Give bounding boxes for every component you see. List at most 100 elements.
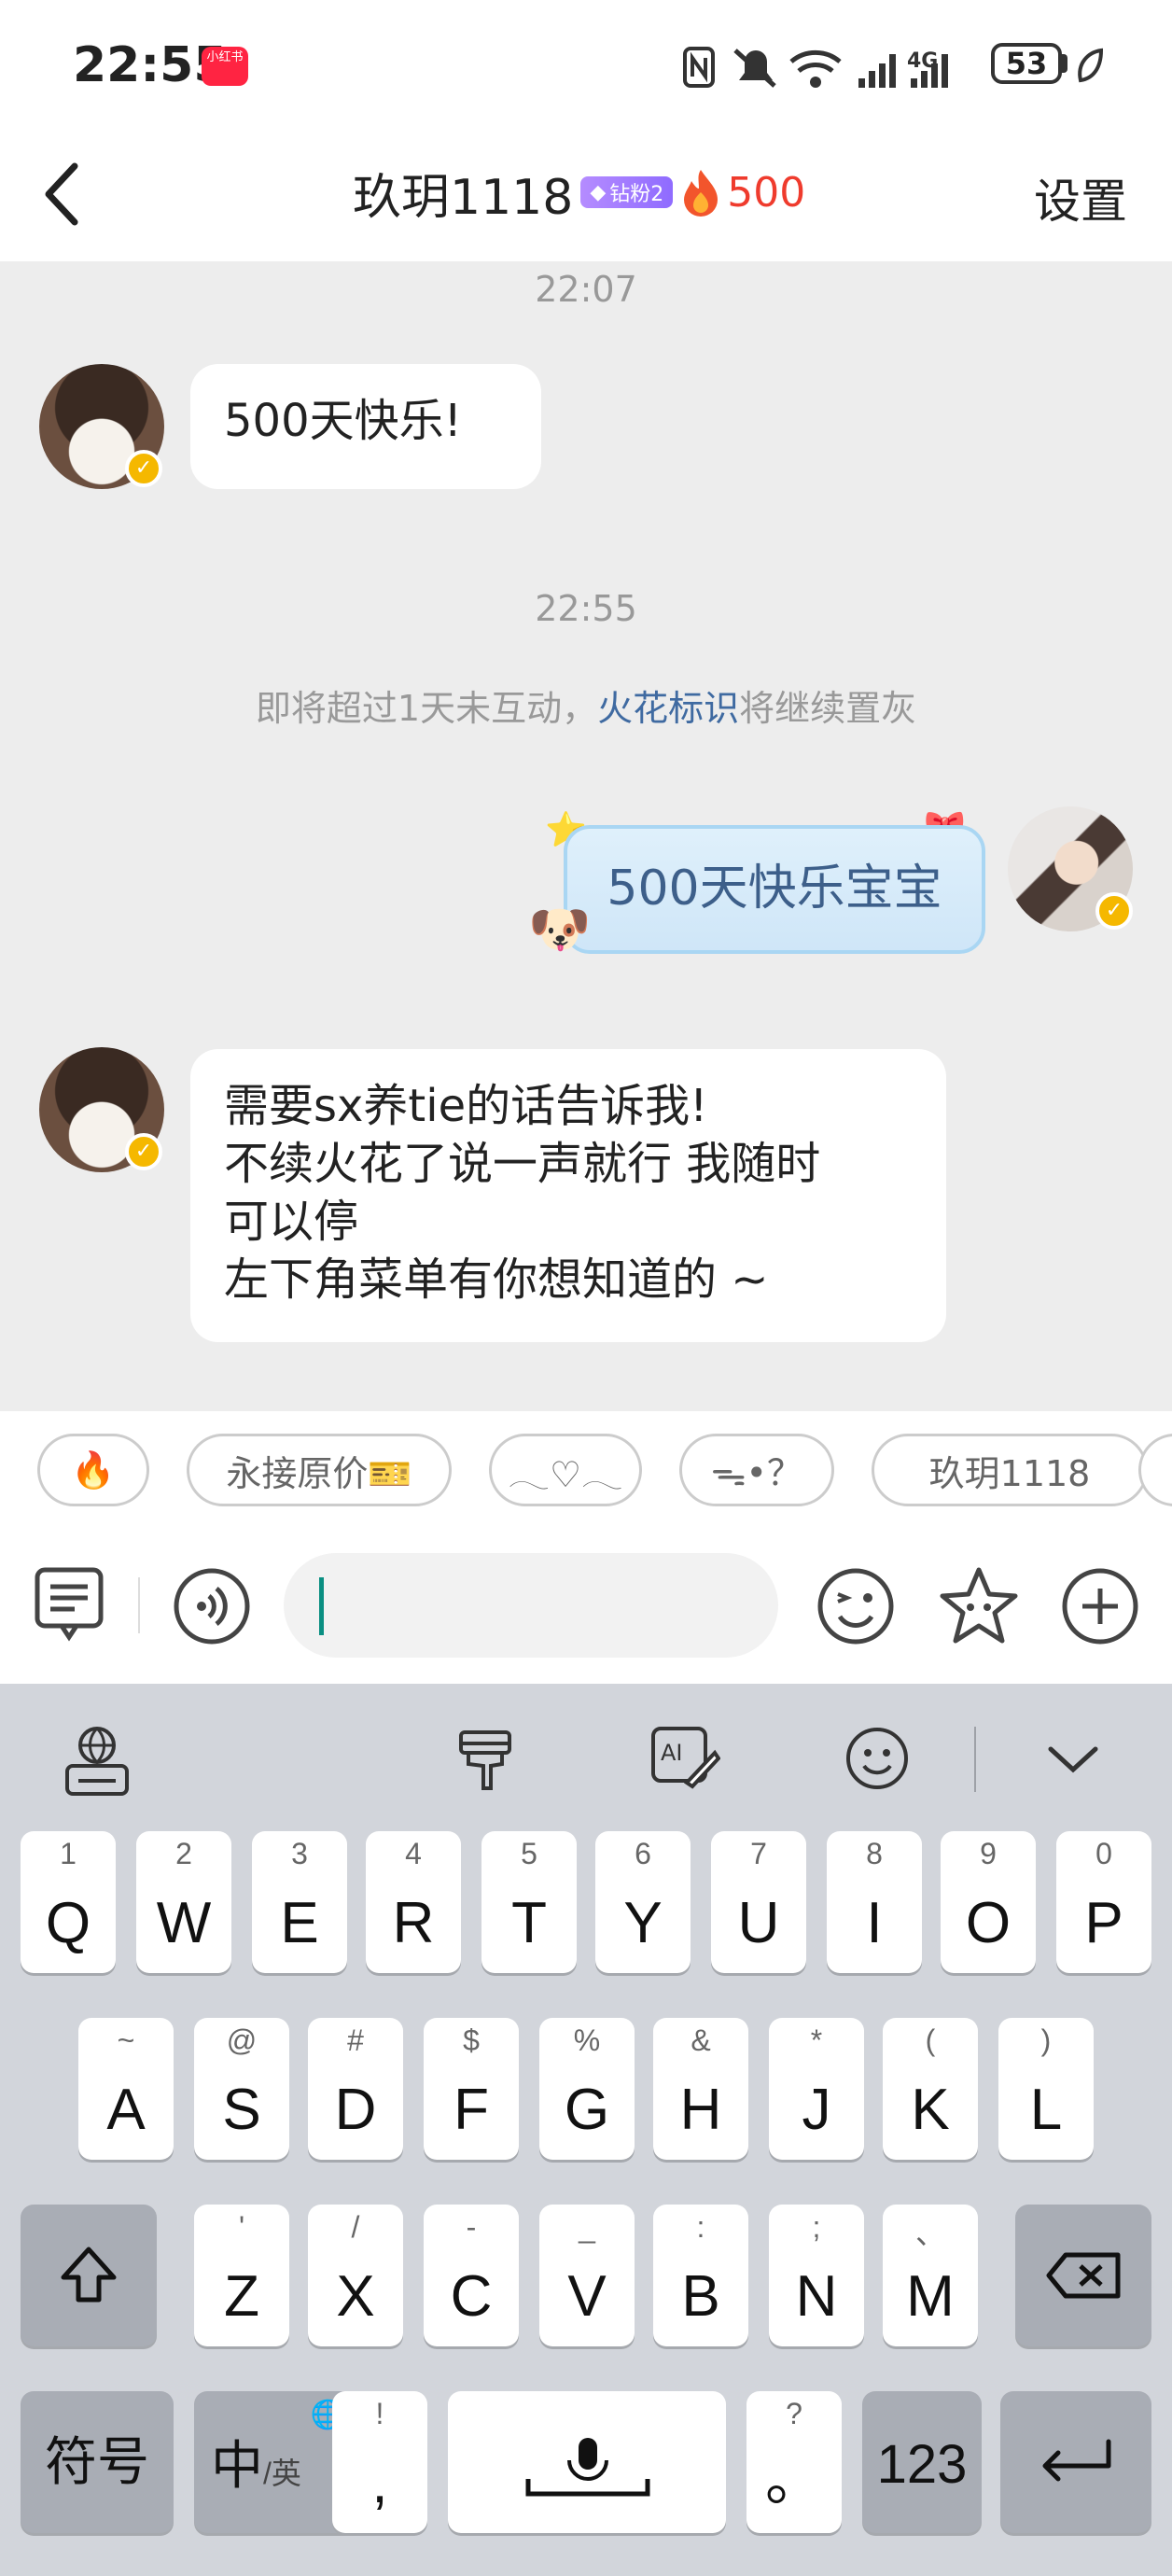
quick-reply-chip[interactable]: 永接原价🎫 — [187, 1434, 452, 1506]
message-bubble-incoming[interactable]: 500天快乐! — [190, 364, 541, 489]
message-bubble-outgoing[interactable]: 500天快乐宝宝 — [564, 825, 985, 954]
key-v[interactable]: _ V — [539, 2205, 635, 2346]
key-z[interactable]: ' Z — [194, 2205, 289, 2346]
toolbar-divider — [974, 1727, 976, 1792]
shift-icon — [61, 2247, 117, 2303]
key-w[interactable]: 2W — [136, 1831, 231, 1973]
key-sub: ( — [925, 2023, 936, 2057]
key-label: A — [106, 2078, 146, 2142]
key-x[interactable]: / X — [308, 2205, 403, 2346]
chevron-down-icon[interactable] — [1045, 1742, 1101, 1775]
backspace-key[interactable] — [1015, 2205, 1151, 2346]
key-sub: # — [347, 2023, 364, 2057]
key-c[interactable]: -C — [424, 2205, 519, 2346]
key-r[interactable]: 4R — [366, 1831, 461, 1973]
key-q[interactable]: 1Q — [21, 1831, 116, 1973]
key-label: J — [802, 2078, 831, 2142]
message-input[interactable] — [284, 1553, 778, 1658]
globe-keyboard-icon[interactable] — [62, 1723, 133, 1798]
verified-badge-icon: ✓ — [125, 1133, 162, 1170]
paint-brush-icon[interactable] — [455, 1727, 515, 1792]
key-s[interactable]: @ S — [194, 2018, 289, 2160]
key-t[interactable]: 5T — [481, 1831, 577, 1973]
back-button[interactable] — [35, 157, 91, 231]
timestamp: 22:55 — [535, 588, 637, 629]
notice-text: 即将超过1天未互动， — [255, 688, 598, 729]
ai-write-icon[interactable]: AI — [649, 1725, 720, 1792]
key-label: K — [911, 2078, 950, 2142]
signal-icon — [858, 54, 896, 88]
key-label: D — [334, 2078, 377, 2142]
key-l[interactable]: ) L — [998, 2018, 1094, 2160]
verified-badge-icon: ✓ — [125, 450, 162, 487]
flame-count-value: 500 — [727, 168, 806, 217]
key-y[interactable]: 6Y — [595, 1831, 691, 1973]
key-label: Q — [45, 1891, 91, 1955]
key-o[interactable]: 9O — [941, 1831, 1036, 1973]
key-u[interactable]: 7U — [711, 1831, 806, 1973]
title-group[interactable]: 玖玥1118 ◆ 钻粉2 500 — [353, 155, 805, 230]
settings-link[interactable]: 设置 — [1034, 164, 1127, 231]
key-sub: 2 — [175, 1837, 192, 1870]
key-k[interactable]: (K — [883, 2018, 978, 2160]
quick-reply-chip[interactable]: 𓂃♡𓂃 — [489, 1434, 642, 1506]
nfc-icon — [683, 47, 715, 88]
period-key[interactable]: ?。 — [746, 2391, 842, 2533]
key-j[interactable]: * J — [769, 2018, 864, 2160]
system-notice: 即将超过1天未互动，火花标识将继续置灰 — [0, 679, 1172, 731]
key-sub: - — [466, 2210, 477, 2244]
key-label: E — [280, 1891, 319, 1955]
lang-sub: /英 — [263, 2457, 301, 2490]
quick-reply-chip[interactable]: ᯓ•？ — [679, 1434, 834, 1506]
key-sub: 7 — [750, 1837, 767, 1870]
key-e[interactable]: 3E — [252, 1831, 347, 1973]
divider — [138, 1577, 140, 1633]
menu-icon[interactable] — [34, 1566, 106, 1645]
enter-key[interactable] — [1000, 2391, 1151, 2533]
flame-icon — [684, 170, 719, 217]
message-line: 可以停 — [224, 1196, 359, 1248]
add-icon[interactable] — [1060, 1566, 1140, 1646]
quick-reply-chip[interactable]: 🔥 — [37, 1434, 149, 1506]
key-f[interactable]: $ F — [424, 2018, 519, 2160]
key-p[interactable]: 0P — [1056, 1831, 1151, 1973]
numbers-key[interactable]: 123 — [862, 2391, 982, 2533]
key-label: X — [336, 2264, 375, 2329]
key-label: O — [965, 1891, 1012, 1955]
keyboard-emoji-icon[interactable] — [844, 1725, 911, 1792]
key-label: L — [1029, 2078, 1063, 2142]
space-key[interactable] — [448, 2391, 726, 2533]
key-g[interactable]: % G — [539, 2018, 635, 2160]
key-n[interactable]: ; N — [769, 2205, 864, 2346]
emoji-icon[interactable] — [816, 1566, 896, 1646]
message-bubble-incoming[interactable]: 需要sx养tie的话告诉我! 不续火花了说一声就行 我随时 可以停 左下角菜单有… — [190, 1049, 946, 1342]
key-sub: / — [351, 2210, 360, 2244]
comma-key[interactable]: !, — [332, 2391, 427, 2533]
key-i[interactable]: 8I — [827, 1831, 922, 1973]
key-a[interactable]: ~ A — [78, 2018, 174, 2160]
puppy-sticker-icon: 🐶 — [528, 900, 592, 959]
key-sub: 0 — [1095, 1837, 1112, 1870]
notice-link[interactable]: 火花标识 — [597, 688, 739, 729]
voice-icon[interactable] — [172, 1566, 252, 1646]
key-d[interactable]: # D — [308, 2018, 403, 2160]
key-b[interactable]: :B — [653, 2205, 748, 2346]
timestamp: 22:07 — [535, 269, 637, 310]
key-sub: ? — [786, 2397, 802, 2430]
sticker-icon[interactable] — [937, 1564, 1021, 1648]
key-sub: $ — [463, 2023, 480, 2057]
chat-title: 玖玥1118 — [353, 169, 574, 226]
key-h[interactable]: & H — [653, 2018, 748, 2160]
shift-key[interactable] — [21, 2205, 157, 2346]
backspace-icon — [1046, 2252, 1121, 2299]
key-label: R — [392, 1891, 435, 1955]
lang-main: 中 — [211, 2436, 263, 2495]
key-m[interactable]: 、 M — [883, 2205, 978, 2346]
key-sub: ) — [1040, 2023, 1052, 2057]
key-sub: 6 — [635, 1837, 651, 1870]
symbols-key[interactable]: 符号 — [21, 2391, 174, 2533]
microphone-icon — [525, 2438, 650, 2497]
quick-reply-chip[interactable]: 玖玥1118 — [872, 1434, 1148, 1506]
key-sub: * — [810, 2023, 823, 2057]
message-line: 需要sx养tie的话告诉我! — [224, 1080, 708, 1132]
